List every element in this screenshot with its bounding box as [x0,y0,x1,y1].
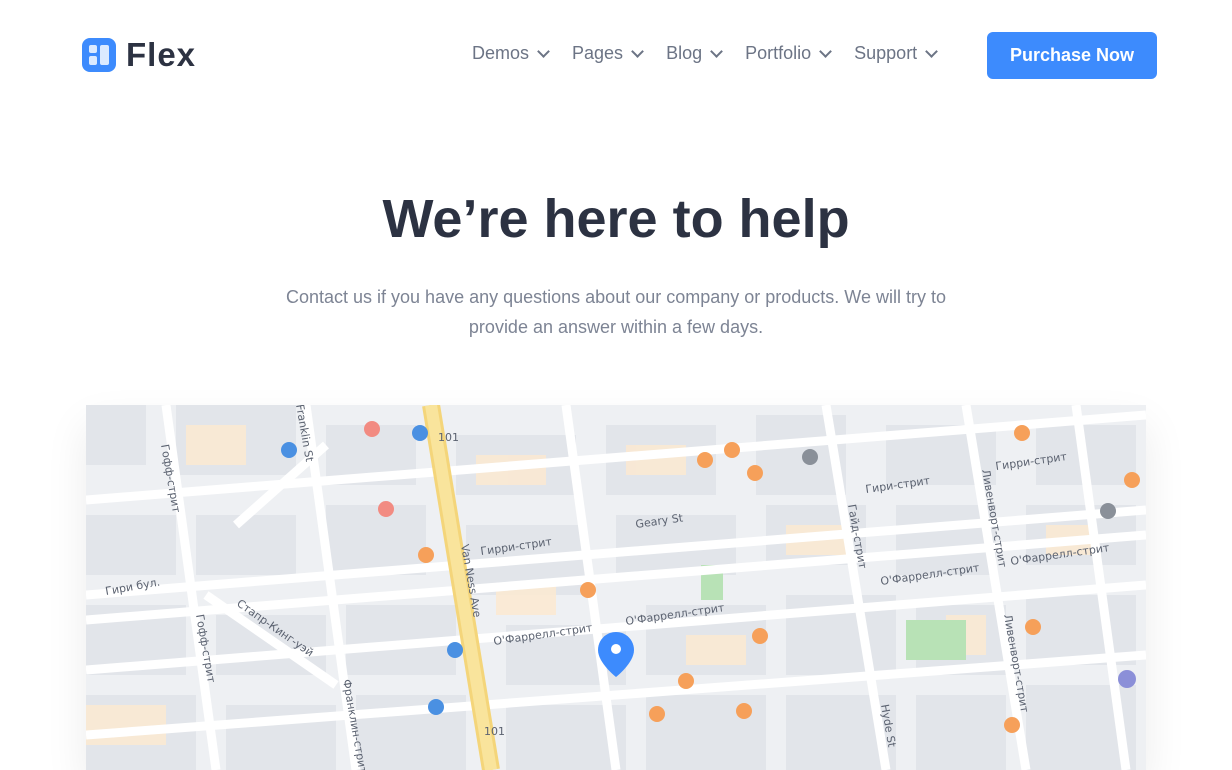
hospital-icon [378,501,394,517]
restaurant-icon [697,452,713,468]
nav-portfolio[interactable]: Portfolio [745,43,833,64]
nav-demos[interactable]: Demos [472,43,550,64]
highway-label: 101 [438,431,459,444]
nav-portfolio-label: Portfolio [745,43,812,63]
logo-icon [82,38,116,72]
restaurant-icon [747,465,763,481]
restaurant-icon [752,628,768,644]
nav-pages[interactable]: Pages [572,43,644,64]
restaurant-icon [418,547,434,563]
shop-icon [412,425,428,441]
chevron-down-icon [819,45,833,58]
brand-logo[interactable]: Flex [82,36,196,74]
poi-icon [802,449,818,465]
nav-support-label: Support [854,43,918,63]
chevron-down-icon [537,45,550,58]
restaurant-icon [580,582,596,598]
restaurant-icon [1014,425,1030,441]
nav-pages-label: Pages [572,43,624,63]
page-intro: Contact us if you have any questions abo… [285,287,946,337]
hospital-icon [364,421,380,437]
shop-icon [447,642,463,658]
poi-icon [1100,503,1116,519]
restaurant-icon [678,673,694,689]
highway-label: 101 [484,725,505,738]
nav-blog-label: Blog [666,43,703,63]
nav-demos-label: Demos [472,43,530,63]
restaurant-icon [736,703,752,719]
restaurant-icon [1004,717,1020,733]
shop-icon [281,442,297,458]
nav-blog[interactable]: Blog [666,43,723,64]
shop-icon [428,699,444,715]
location-map[interactable]: Гофф-стрит Franklin St Van Ness Ave Гири… [86,405,1146,770]
map-canvas[interactable]: Гофф-стрит Franklin St Van Ness Ave Гири… [86,405,1146,770]
brand-name: Flex [126,36,197,73]
chevron-down-icon [631,45,644,58]
site-header: Flex Demos Pages Blog Portfolio Support … [0,0,1232,110]
restaurant-icon [1025,619,1041,635]
chevron-down-icon [710,45,723,58]
nav-support[interactable]: Support [854,43,939,64]
parking-icon [1118,670,1136,688]
restaurant-icon [724,442,740,458]
page-title: We’re here to help [382,189,850,249]
chevron-down-icon [925,45,939,58]
restaurant-icon [649,706,665,722]
restaurant-icon [1124,472,1140,488]
main-nav: Demos Pages Blog Portfolio Support [472,43,939,64]
purchase-now-button[interactable]: Purchase Now [987,32,1157,79]
